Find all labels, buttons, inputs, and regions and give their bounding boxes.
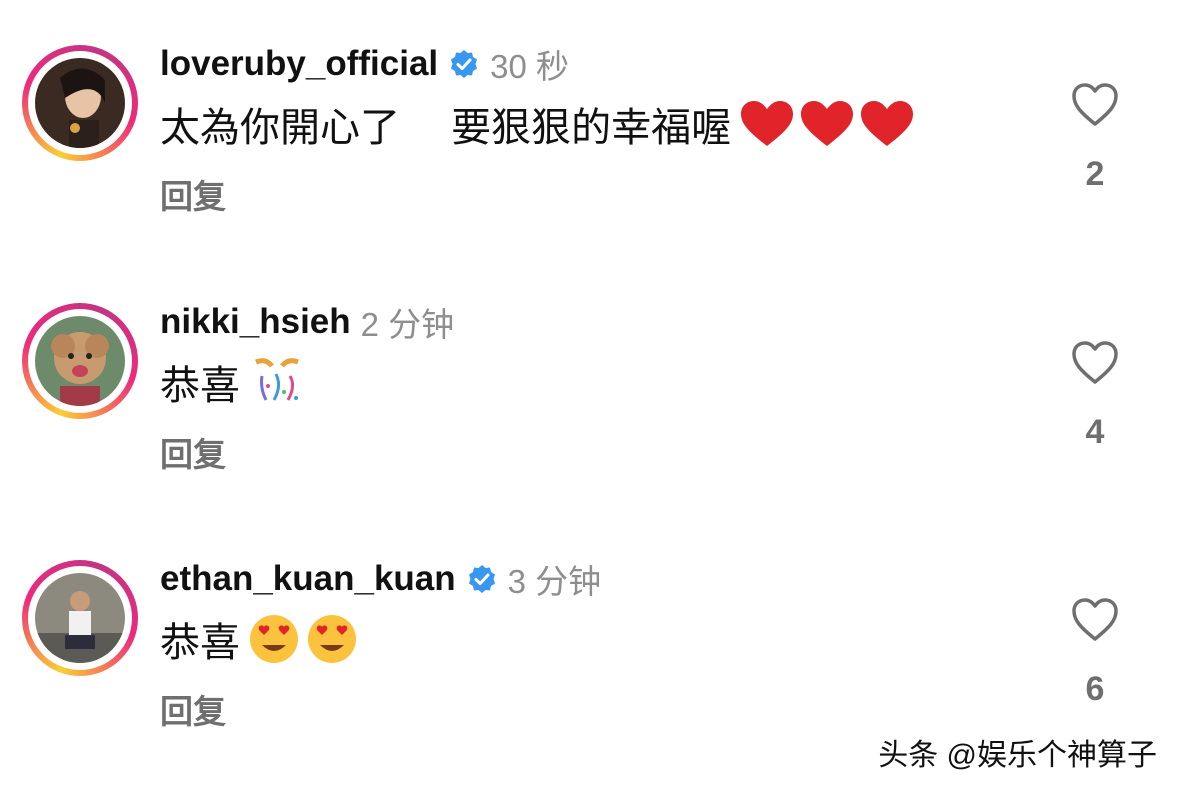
avatar[interactable] [35,316,125,406]
like-count: 4 [1085,413,1105,451]
comment-item: nikki_hsieh 2 分钟 恭喜 回复 4 [0,258,1179,473]
comment-text-row: 恭喜 [160,610,368,668]
username[interactable]: loveruby_official [160,44,438,84]
username[interactable]: nikki_hsieh [160,302,351,342]
like-heart-icon[interactable] [1070,338,1120,388]
watermark: 头条 @娱乐个神算子 [878,739,1157,772]
like-count: 2 [1085,155,1105,193]
comment-text-row: 恭喜 [160,353,306,411]
avatar[interactable] [35,573,125,663]
story-ring[interactable] [22,45,138,161]
like-count: 6 [1085,670,1105,708]
story-ring[interactable] [22,560,138,676]
comment-item: ethan_kuan_kuan 3 分钟 恭喜 回复 6 [0,515,1179,730]
avatar[interactable] [35,58,125,148]
comment-text: 恭喜 [160,364,240,408]
timestamp: 2 分钟 [360,306,455,343]
like-heart-icon[interactable] [1070,595,1120,645]
verified-badge-icon [451,50,478,78]
party-popper-emoji-icon [255,358,299,401]
username[interactable]: ethan_kuan_kuan [160,559,456,599]
verified-badge-icon [468,565,495,593]
comment-text: 恭喜 [160,621,240,665]
like-heart-icon[interactable] [1070,80,1120,130]
timestamp: 3 分钟 [507,563,602,600]
timestamp: 30 秒 [490,48,570,85]
reply-button[interactable]: 回复 [160,170,226,218]
story-ring[interactable] [22,303,138,419]
heart-eyes-emoji-icon [250,615,356,663]
reply-button[interactable]: 回复 [160,428,226,476]
reply-button[interactable]: 回复 [160,685,226,733]
heart-emoji-icon [741,101,914,146]
comment-item: loveruby_official 30 秒 太為你開心了 要狠狠的幸福喔 回复… [0,0,1179,215]
comment-text: 太為你開心了 要狠狠的幸福喔 [160,106,732,150]
comment-text-row: 太為你開心了 要狠狠的幸福喔 [160,95,914,153]
